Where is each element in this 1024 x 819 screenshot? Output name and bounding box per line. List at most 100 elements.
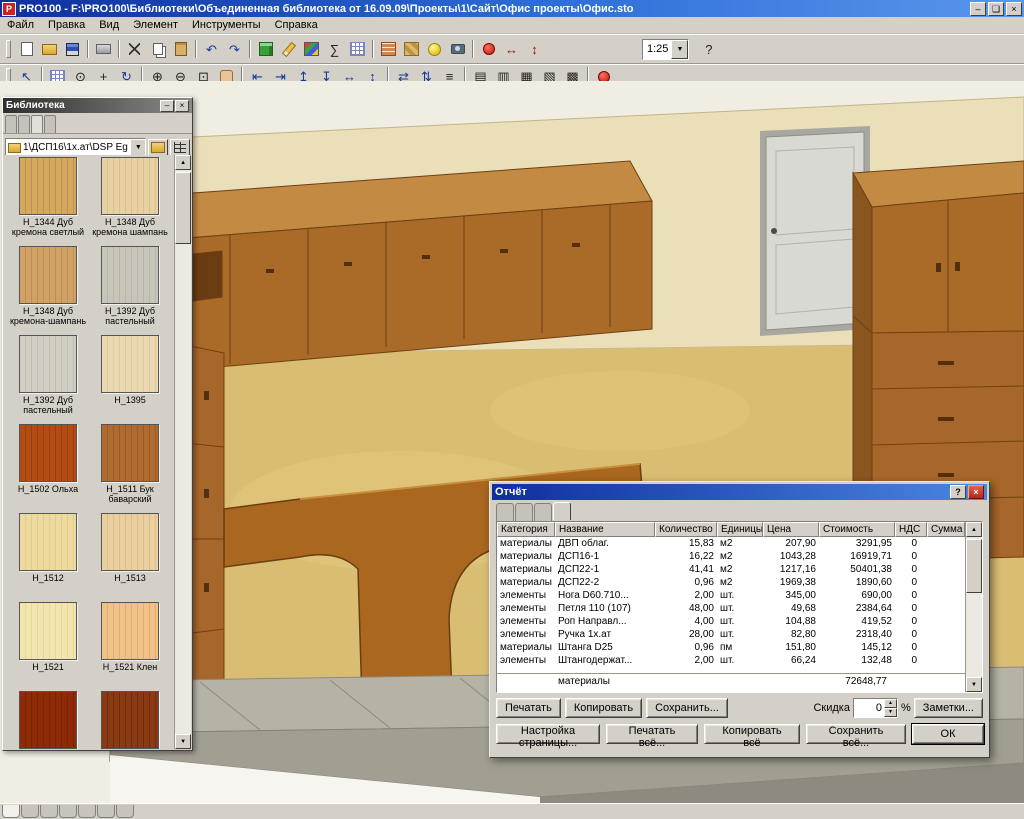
column-header[interactable]: Стоимость — [819, 522, 895, 537]
Н_1511 Бук баварский[interactable]: Н_1511 Бук баварский — [89, 424, 171, 513]
show-grid[interactable] — [346, 39, 369, 60]
folder-up-button[interactable] — [148, 139, 168, 157]
zoom-select[interactable]: 1:25 ▼ — [642, 39, 689, 60]
table-row[interactable]: материалы ДСП22-2 0,96 м2 1969,38 1890,6… — [497, 576, 965, 589]
column-header[interactable]: Единицы — [717, 522, 763, 537]
menu-item[interactable]: Инструменты — [185, 18, 268, 32]
column-header[interactable]: НДС — [895, 522, 927, 537]
new-file[interactable] — [15, 39, 38, 60]
lighting[interactable] — [423, 39, 446, 60]
column-header[interactable]: Сумма Н... — [927, 522, 965, 537]
undo[interactable]: ↶ — [200, 39, 223, 60]
report-tab[interactable] — [496, 503, 514, 521]
discount-up-button[interactable]: ▲ — [884, 699, 897, 708]
Н_1521 Клен[interactable]: Н_1521 Клен — [89, 602, 171, 691]
cut[interactable] — [123, 39, 146, 60]
toolbar-button[interactable] — [249, 40, 251, 58]
copy[interactable] — [146, 39, 169, 60]
report-action-button[interactable]: Копировать — [565, 698, 642, 718]
dialog-close-button[interactable]: × — [968, 485, 984, 499]
save-project[interactable] — [61, 39, 84, 60]
Н_1521[interactable]: Н_1521 — [7, 602, 89, 691]
report-tab[interactable] — [515, 503, 533, 521]
menu-item[interactable]: Правка — [41, 18, 92, 32]
report-bottom-button[interactable]: Копировать всё — [704, 724, 800, 744]
table-row[interactable]: элементы Петля 110 (107) 48,00 шт. 49,68… — [497, 602, 965, 615]
Н_1520 Гру...[interactable]: Н_1520 Гру... — [89, 691, 171, 749]
Н_1513[interactable]: Н_1513 — [89, 513, 171, 602]
table-row[interactable]: элементы Нога D60.710... 2,00 шт. 345,00… — [497, 589, 965, 602]
column-header[interactable]: Цена — [763, 522, 819, 537]
table-row[interactable]: материалы Штанга D25 0,96 пм 151,80 145,… — [497, 641, 965, 654]
scroll-thumb[interactable] — [175, 172, 191, 244]
table-row[interactable]: элементы Штангодержат... 2,00 шт. 66,24 … — [497, 654, 965, 667]
Н_1512[interactable]: Н_1512 — [7, 513, 89, 602]
title-bar[interactable]: P PRO100 - F:\PRO100\Библиотеки\Объедине… — [0, 0, 1024, 17]
Н_1392 Дуб пастельный[interactable]: Н_1392 Дуб пастельный — [89, 246, 171, 335]
library-title-bar[interactable]: Библиотека – × — [3, 98, 192, 113]
view-tab[interactable] — [40, 805, 58, 818]
toolbar-grip[interactable] — [6, 40, 11, 58]
dimension-marks[interactable] — [477, 39, 500, 60]
report-bottom-button[interactable]: Настройка страницы... — [496, 724, 600, 744]
view-tab[interactable] — [78, 805, 96, 818]
measure-height[interactable]: ↕ — [523, 39, 546, 60]
new-element[interactable] — [254, 39, 277, 60]
Н_1502 Ольха[interactable]: Н_1502 Ольха — [7, 424, 89, 513]
menu-item[interactable]: Вид — [92, 18, 126, 32]
library-tab[interactable] — [44, 115, 56, 133]
notes-button[interactable]: Заметки... — [914, 698, 983, 718]
report-bottom-button[interactable]: ОК — [912, 724, 984, 744]
scroll-thumb[interactable] — [966, 539, 982, 593]
Н_1395[interactable]: Н_1395 — [89, 335, 171, 424]
view-tab[interactable] — [116, 805, 134, 818]
materials-palette[interactable] — [300, 39, 323, 60]
measure-width[interactable]: ↔ — [500, 39, 523, 60]
library-tab[interactable] — [31, 115, 43, 133]
view-tab[interactable] — [97, 805, 115, 818]
library-tab[interactable] — [18, 115, 30, 133]
table-row[interactable]: материалы ДСП22-1 41,41 м2 1217,16 50401… — [497, 563, 965, 576]
Н_1348 Дуб кремона шампань[interactable]: Н_1348 Дуб кремона шампань — [89, 157, 171, 246]
print[interactable] — [92, 39, 115, 60]
open-project[interactable] — [38, 39, 61, 60]
report-title-bar[interactable]: Отчёт ? × — [492, 484, 987, 500]
library-scrollbar[interactable]: ▲ ▼ — [174, 155, 191, 749]
report-bottom-button[interactable]: Сохранить всё... — [806, 724, 906, 744]
minimize-button[interactable]: – — [970, 2, 986, 16]
scroll-up-icon[interactable]: ▲ — [175, 155, 191, 170]
view-tab[interactable] — [2, 805, 20, 818]
table-row[interactable]: элементы Роп Направл... 4,00 шт. 104,88 … — [497, 615, 965, 628]
toolbar-button[interactable] — [195, 40, 197, 58]
report-action-button[interactable]: Печатать — [496, 698, 561, 718]
column-header[interactable]: Количество — [655, 522, 717, 537]
Н_15...[interactable]: Н_15... — [7, 691, 89, 749]
menu-item[interactable]: Справка — [268, 18, 325, 32]
walls-visibility[interactable] — [377, 39, 400, 60]
discount-down-button[interactable]: ▼ — [884, 708, 897, 717]
close-button[interactable]: × — [1006, 2, 1022, 16]
edit-element[interactable] — [277, 39, 300, 60]
chevron-down-icon[interactable]: ▼ — [671, 40, 688, 59]
scroll-track[interactable] — [175, 170, 191, 734]
view-tab[interactable] — [59, 805, 77, 818]
toolbar-button[interactable] — [472, 40, 474, 58]
scroll-track[interactable] — [966, 537, 982, 677]
report-tab[interactable] — [553, 502, 571, 520]
report-calc[interactable]: ∑ — [323, 39, 346, 60]
library-close-button[interactable]: × — [175, 100, 189, 112]
scroll-down-icon[interactable]: ▼ — [966, 677, 982, 692]
Н_1344 Дуб кремона светлый[interactable]: Н_1344 Дуб кремона светлый — [7, 157, 89, 246]
Н_1348 Дуб кремона-шампань[interactable]: Н_1348 Дуб кремона-шампань — [7, 246, 89, 335]
column-header[interactable]: Категория — [497, 522, 555, 537]
view-tab[interactable] — [21, 805, 39, 818]
toolbar-button[interactable] — [372, 40, 374, 58]
chevron-down-icon[interactable]: ▼ — [130, 139, 146, 157]
floor-visibility[interactable] — [400, 39, 423, 60]
menu-item[interactable]: Файл — [0, 18, 41, 32]
table-row[interactable]: материалы ДВП облаг. 15,83 м2 207,90 329… — [497, 537, 965, 550]
toolbar-button[interactable] — [118, 40, 120, 58]
menu-item[interactable]: Элемент — [126, 18, 185, 32]
report-bottom-button[interactable]: Печатать всё... — [606, 724, 698, 744]
context-help-button[interactable]: ? — [697, 39, 720, 60]
